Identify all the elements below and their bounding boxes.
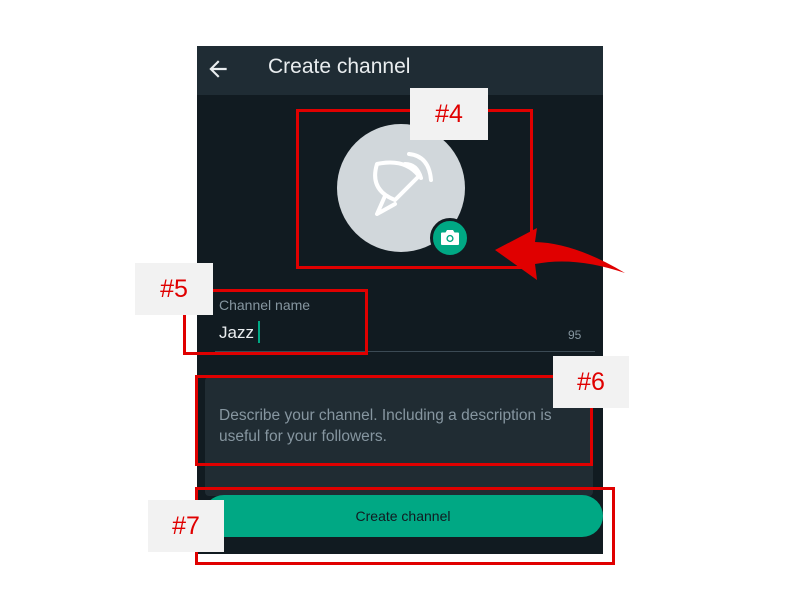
page-title: Create channel [268, 55, 411, 78]
annotation-label-4: #4 [410, 88, 488, 140]
top-app-bar: Create channel [197, 46, 603, 95]
annotation-box-7 [195, 487, 615, 565]
annotation-box-6 [195, 375, 593, 466]
annotation-label-6: #6 [553, 356, 629, 408]
character-counter: 95 [568, 328, 582, 342]
annotation-label-5: #5 [135, 263, 213, 315]
annotation-label-7: #7 [148, 500, 224, 552]
arrow-left-icon[interactable] [205, 56, 231, 82]
annotation-arrow-icon [495, 228, 625, 280]
